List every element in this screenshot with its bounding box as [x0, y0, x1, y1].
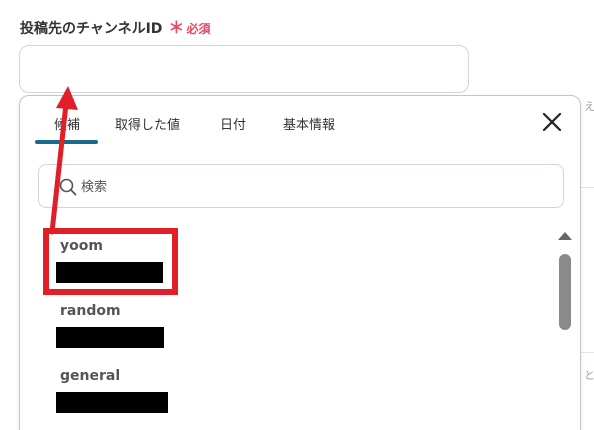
search-box [38, 164, 564, 208]
redacted-channel-id [56, 262, 163, 283]
background-divider [580, 187, 594, 188]
close-icon [542, 112, 562, 132]
redacted-channel-id [56, 327, 164, 348]
field-label-text: 投稿先のチャンネルID [20, 21, 163, 37]
active-tab-indicator [35, 140, 98, 144]
tab-candidates[interactable]: 候補 [37, 114, 97, 133]
tab-fetched-values[interactable]: 取得した値 [115, 114, 180, 133]
list-item-name: general [60, 368, 121, 384]
redacted-channel-id [56, 392, 168, 413]
list-item-name: random [60, 303, 121, 319]
candidate-popup: 候補 取得した値 日付 基本情報 yoom random general [19, 95, 581, 430]
scrollbar-thumb[interactable] [559, 254, 571, 330]
channel-id-input[interactable] [19, 45, 469, 93]
search-icon [59, 178, 77, 196]
close-button[interactable] [540, 110, 564, 134]
list-item-yoom[interactable]: yoom [56, 238, 258, 298]
background-text-fragment: と [584, 369, 594, 382]
list-item-general[interactable]: general [56, 368, 258, 428]
background-text-fragment: え [584, 100, 594, 113]
scroll-up-arrow-icon[interactable] [558, 232, 572, 240]
required-text: 必須 [186, 22, 211, 36]
popup-tabs: 候補 取得した値 日付 基本情報 [20, 96, 580, 146]
list-item-random[interactable]: random [56, 303, 258, 363]
tab-date[interactable]: 日付 [220, 114, 246, 133]
background-divider [580, 352, 594, 353]
field-label: 投稿先のチャンネルID ＊必須 [20, 14, 210, 38]
tab-basic-info[interactable]: 基本情報 [283, 114, 335, 133]
list-item-name: yoom [60, 238, 103, 254]
search-input[interactable] [81, 175, 541, 199]
required-mark: ＊ [168, 18, 185, 37]
